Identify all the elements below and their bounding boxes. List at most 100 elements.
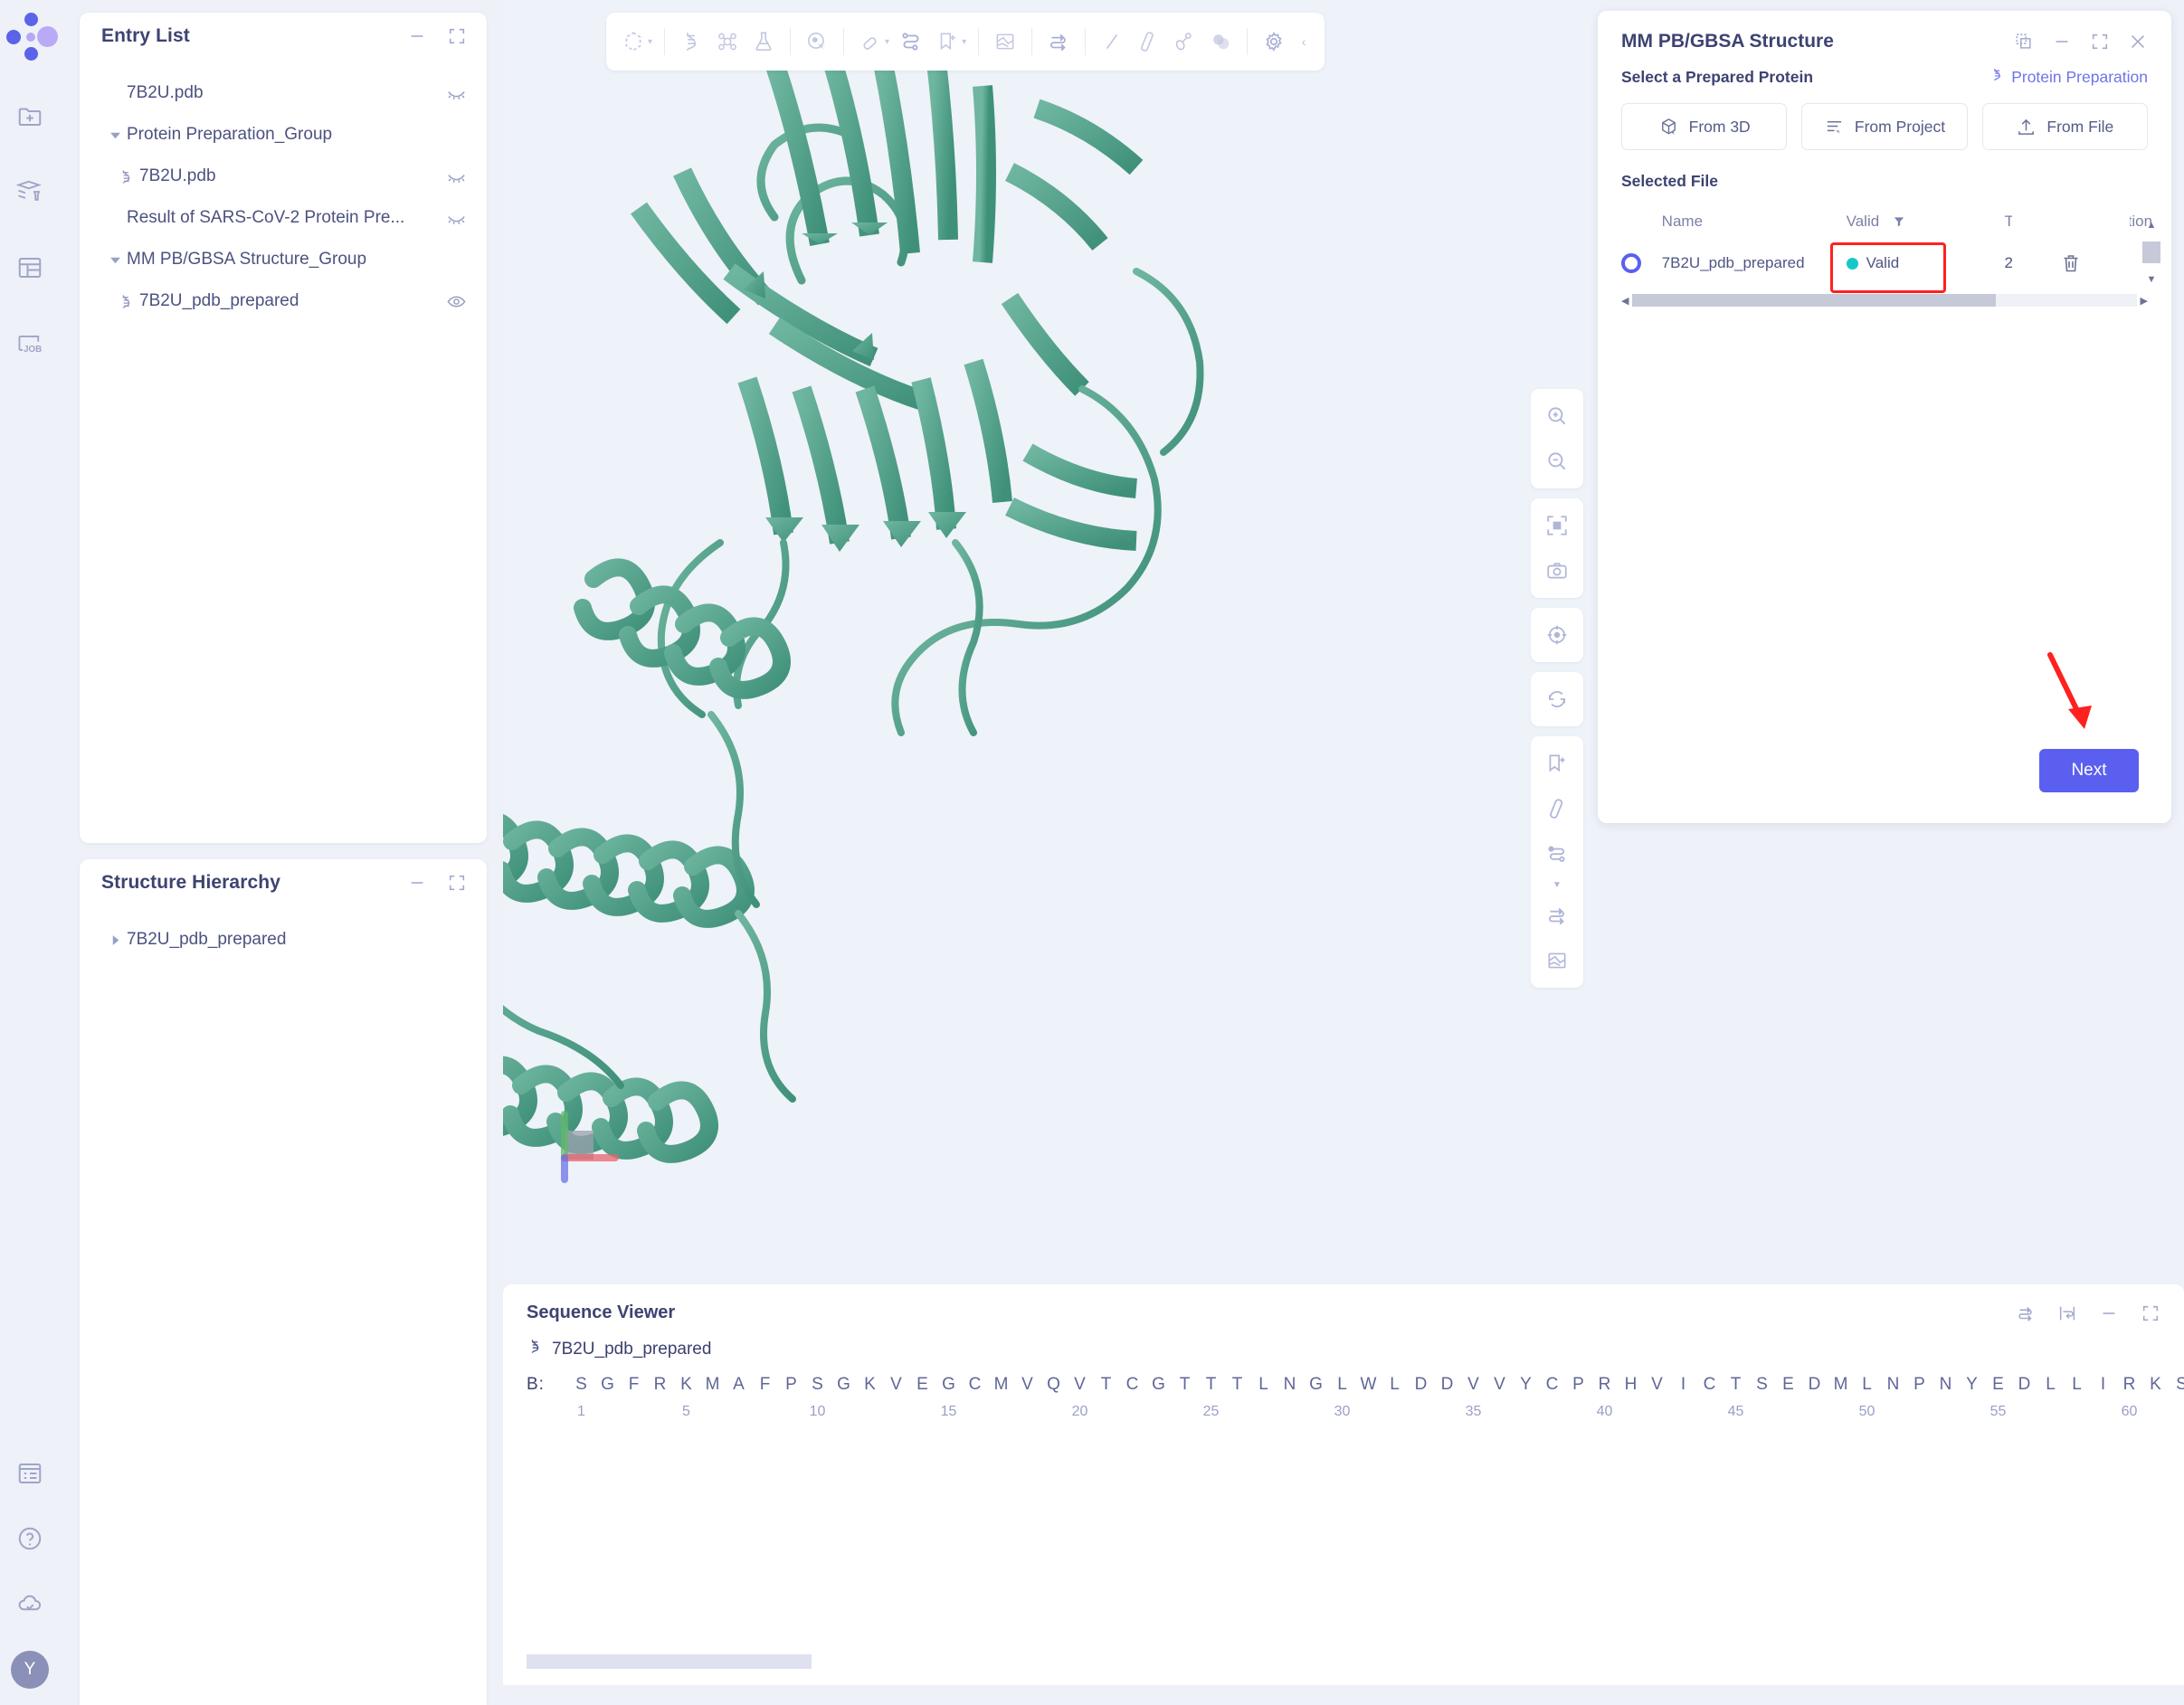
residue-letter[interactable]: V xyxy=(1486,1375,1513,1395)
residue-letter[interactable]: V xyxy=(1067,1375,1093,1395)
delete-icon[interactable] xyxy=(2012,240,2130,287)
residue-letter[interactable]: M xyxy=(699,1375,726,1395)
eye-hidden-icon[interactable] xyxy=(446,83,467,104)
protein-icon[interactable] xyxy=(673,22,709,62)
restore-window-icon[interactable] xyxy=(2014,32,2034,52)
residue-letter[interactable]: C xyxy=(1539,1375,1565,1395)
residue-letter[interactable]: L xyxy=(1329,1375,1355,1395)
expand-icon[interactable] xyxy=(447,873,467,893)
residue-letter[interactable]: E xyxy=(1775,1375,1801,1395)
residue-letter[interactable]: T xyxy=(1093,1375,1119,1395)
residue-letter[interactable]: K xyxy=(857,1375,883,1395)
chevron-down-icon[interactable] xyxy=(103,254,127,266)
residue-letter[interactable]: R xyxy=(2116,1375,2142,1395)
superpose-icon[interactable] xyxy=(1040,22,1077,62)
residue-letter[interactable]: V xyxy=(1460,1375,1486,1395)
residue-letter[interactable]: P xyxy=(1906,1375,1932,1395)
bookmark-add-icon[interactable] xyxy=(929,22,965,62)
list-item[interactable]: 7B2U_pdb_prepared xyxy=(80,919,487,961)
residue-letter[interactable]: C xyxy=(1696,1375,1723,1395)
sequence-entry-row[interactable]: 7B2U_pdb_prepared xyxy=(503,1323,2184,1360)
expand-icon[interactable] xyxy=(2090,32,2110,52)
scroll-down-arrow-icon[interactable]: ▼ xyxy=(2147,274,2157,285)
notes-icon[interactable] xyxy=(10,1454,50,1493)
residue-letter[interactable]: T xyxy=(1198,1375,1224,1395)
chevron-down-icon[interactable]: ▼ xyxy=(1553,876,1562,893)
residue-letter[interactable]: T xyxy=(1723,1375,1749,1395)
superpose-icon[interactable] xyxy=(1534,893,1580,938)
residue-letter[interactable]: G xyxy=(1145,1375,1172,1395)
flask-icon[interactable] xyxy=(745,22,782,62)
column-header-valid[interactable]: Valid xyxy=(1847,213,2005,231)
list-item-group[interactable]: Protein Preparation_Group xyxy=(80,114,487,156)
residue-letter[interactable]: S xyxy=(568,1375,594,1395)
toolbar-collapse-button[interactable]: ‹ xyxy=(1292,22,1315,62)
residue-letter[interactable]: G xyxy=(594,1375,621,1395)
data-table-icon[interactable] xyxy=(10,248,50,288)
eye-visible-icon[interactable] xyxy=(446,291,467,312)
eye-hidden-icon[interactable] xyxy=(446,166,467,187)
help-icon[interactable] xyxy=(10,1519,50,1558)
residue-letter[interactable]: L xyxy=(1382,1375,1408,1395)
next-button[interactable]: Next xyxy=(2039,749,2139,792)
scroll-track[interactable] xyxy=(527,1654,2146,1669)
residue-letter[interactable]: T xyxy=(1172,1375,1198,1395)
residue-letter[interactable]: S xyxy=(2169,1375,2184,1395)
residue-letter[interactable]: R xyxy=(647,1375,673,1395)
list-item[interactable]: Result of SARS-CoV-2 Protein Pre... xyxy=(80,197,487,239)
residue-letter[interactable]: Y xyxy=(1513,1375,1539,1395)
molecule-3d-viewer[interactable]: ▾ ▾ ▾ ‹ ▼ xyxy=(503,0,1598,1280)
expand-icon[interactable] xyxy=(2141,1303,2160,1323)
scroll-thumb[interactable] xyxy=(527,1654,812,1669)
wrap-lines-icon[interactable] xyxy=(2057,1303,2077,1323)
residue-letter[interactable]: K xyxy=(2142,1375,2169,1395)
spheres-icon[interactable] xyxy=(1202,22,1239,62)
residue-letter[interactable]: F xyxy=(752,1375,778,1395)
list-item[interactable]: 7B2U.pdb xyxy=(80,72,487,114)
center-target-icon[interactable] xyxy=(1534,612,1580,658)
scroll-right-arrow-icon[interactable]: ▶ xyxy=(2141,295,2148,307)
camera-icon[interactable] xyxy=(1534,548,1580,593)
from-file-button[interactable]: From File xyxy=(1981,103,2148,150)
residue-letter[interactable]: N xyxy=(1932,1375,1959,1395)
filter-icon[interactable] xyxy=(1893,215,1905,228)
reset-rotation-icon[interactable] xyxy=(1534,677,1580,722)
zoom-out-icon[interactable] xyxy=(1534,439,1580,484)
residue-letter[interactable]: S xyxy=(1749,1375,1775,1395)
residue-letter[interactable]: D xyxy=(1801,1375,1828,1395)
residue-letter[interactable]: N xyxy=(1880,1375,1906,1395)
residue-letter[interactable]: V xyxy=(883,1375,909,1395)
surface-grid-icon[interactable] xyxy=(1534,938,1580,983)
list-item-group[interactable]: MM PB/GBSA Structure_Group xyxy=(80,239,487,280)
residue-letter[interactable]: A xyxy=(726,1375,752,1395)
list-item[interactable]: 7B2U.pdb xyxy=(80,156,487,197)
zoom-in-icon[interactable] xyxy=(1534,393,1580,439)
distance-line-icon[interactable] xyxy=(1094,22,1130,62)
residue-letter[interactable]: D xyxy=(1408,1375,1434,1395)
molecule-select-icon[interactable] xyxy=(615,22,651,62)
binding-site-icon[interactable] xyxy=(893,22,929,62)
ligand-icon[interactable] xyxy=(709,22,745,62)
from-project-button[interactable]: From Project xyxy=(1801,103,1968,150)
residue-letter[interactable]: C xyxy=(962,1375,988,1395)
chevron-down-icon[interactable]: ▾ xyxy=(962,37,966,47)
residue-letter[interactable]: P xyxy=(1565,1375,1591,1395)
from-3d-button[interactable]: From 3D xyxy=(1621,103,1788,150)
settings-gear-icon[interactable] xyxy=(1256,22,1292,62)
new-project-icon[interactable] xyxy=(10,96,50,136)
table-vertical-scrollbar[interactable]: ▲ ▼ xyxy=(2142,220,2160,285)
chevron-right-icon[interactable] xyxy=(103,934,127,946)
minimize-icon[interactable] xyxy=(407,873,427,893)
pick-atom-icon[interactable] xyxy=(799,22,835,62)
surface-grid-icon[interactable] xyxy=(987,22,1023,62)
scroll-left-arrow-icon[interactable]: ◀ xyxy=(1621,295,1629,307)
residue-letter[interactable]: G xyxy=(1303,1375,1329,1395)
bookmark-add-icon[interactable] xyxy=(1534,741,1580,786)
residue-letter[interactable]: S xyxy=(804,1375,831,1395)
chevron-down-icon[interactable]: ▾ xyxy=(648,37,652,47)
residue-letter[interactable]: L xyxy=(2064,1375,2090,1395)
measure-path-icon[interactable] xyxy=(1534,831,1580,876)
scroll-up-arrow-icon[interactable]: ▲ xyxy=(2147,220,2157,231)
close-icon[interactable] xyxy=(2128,32,2148,52)
residue-letter[interactable]: W xyxy=(1355,1375,1382,1395)
